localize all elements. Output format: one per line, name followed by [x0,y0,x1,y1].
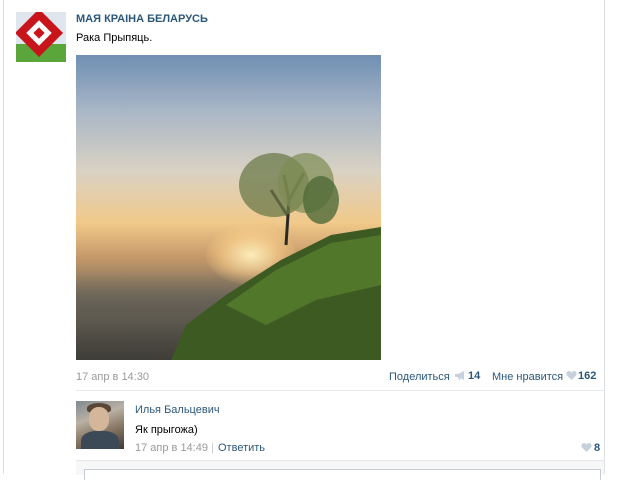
group-avatar[interactable] [16,12,66,62]
photo-tree-small [303,176,339,224]
comment-like-count[interactable]: 8 [594,442,600,454]
reply-button[interactable]: Ответить [218,442,265,454]
avatar-face [89,407,109,431]
share-button[interactable]: Поделиться [389,371,450,383]
avatar-body [81,431,119,449]
like-count[interactable]: 162 [578,370,596,382]
comment-separator: | [211,442,214,454]
post-date[interactable]: 17 апр в 14:30 [76,371,149,383]
comment-text: Як прыгожа) [135,424,198,436]
photo-landscape [171,153,381,360]
comment-author-link[interactable]: Илья Бальцевич [135,404,220,416]
feed-border-left [3,0,4,474]
reply-input[interactable] [84,469,601,480]
like-button[interactable]: Мне нравится [492,371,563,383]
post-divider [76,390,604,391]
megaphone-icon[interactable] [454,370,466,381]
commenter-avatar[interactable] [76,401,124,449]
comment-date[interactable]: 17 апр в 14:49 [135,442,208,454]
feed-border-right [604,0,605,474]
post-photo[interactable] [76,55,381,360]
heart-icon[interactable] [566,371,577,381]
share-count[interactable]: 14 [468,370,480,382]
post-text: Рака Прыпяць. [76,32,153,44]
comment-heart-icon[interactable] [581,443,592,453]
group-name-link[interactable]: МАЯ КРАІНА БЕЛАРУСЬ [76,13,208,25]
